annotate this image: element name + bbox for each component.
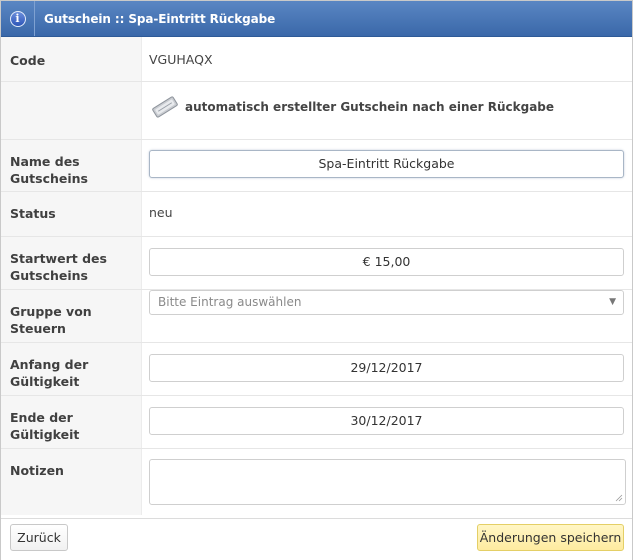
voucher-icon: [152, 96, 178, 118]
notes-row: Notizen: [1, 449, 632, 515]
voucher-dialog: i Gutschein :: Spa-Eintritt Rückgabe Cod…: [0, 0, 633, 560]
start-value-label: Startwert des Gutscheins: [1, 237, 142, 289]
status-value: neu: [149, 205, 173, 220]
info-button[interactable]: i: [1, 1, 35, 36]
valid-to-row: Ende der Gültigkeit 30/12/2017: [1, 396, 632, 449]
start-value-row: Startwert des Gutscheins € 15,00: [1, 237, 632, 290]
info-icon: i: [9, 10, 26, 27]
name-input[interactable]: Spa-Eintritt Rückgabe: [149, 150, 624, 178]
tax-group-label: Gruppe von Steuern: [1, 290, 142, 342]
resize-grip-icon[interactable]: [615, 494, 623, 502]
notice-text: automatisch erstellter Gutschein nach ei…: [185, 100, 555, 114]
name-row: Name des Gutscheins Spa-Eintritt Rückgab…: [1, 140, 632, 192]
back-button[interactable]: Zurück: [10, 524, 68, 551]
valid-from-label: Anfang der Gültigkeit: [1, 343, 142, 395]
notice-row: automatisch erstellter Gutschein nach ei…: [1, 82, 632, 140]
dropdown-arrow-icon: ▼: [609, 297, 616, 307]
valid-from-input[interactable]: 29/12/2017: [149, 354, 624, 382]
tax-group-row: Gruppe von Steuern Bitte Eintrag auswähl…: [1, 290, 632, 343]
auto-created-notice: automatisch erstellter Gutschein nach ei…: [151, 94, 554, 120]
dialog-footer: Zurück Änderungen speichern: [1, 518, 632, 560]
valid-to-input[interactable]: 30/12/2017: [149, 407, 624, 435]
notes-textarea[interactable]: [149, 459, 626, 505]
tax-group-placeholder: Bitte Eintrag auswählen: [158, 295, 302, 309]
tax-group-select[interactable]: Bitte Eintrag auswählen ▼: [149, 290, 624, 315]
name-label: Name des Gutscheins: [1, 140, 142, 191]
status-row: Status neu: [1, 192, 632, 237]
status-label: Status: [1, 192, 142, 236]
valid-from-row: Anfang der Gültigkeit 29/12/2017: [1, 343, 632, 396]
code-row: Code VGUHAQX: [1, 37, 632, 82]
valid-to-label: Ende der Gültigkeit: [1, 396, 142, 448]
notes-label: Notizen: [1, 449, 142, 515]
save-changes-button[interactable]: Änderungen speichern: [477, 524, 624, 551]
dialog-title: Gutschein :: Spa-Eintritt Rückgabe: [44, 11, 276, 26]
code-label: Code: [1, 37, 142, 81]
title-bar: i Gutschein :: Spa-Eintritt Rückgabe: [1, 1, 632, 37]
start-value-input[interactable]: € 15,00: [149, 248, 624, 276]
code-value: VGUHAQX: [149, 52, 213, 67]
